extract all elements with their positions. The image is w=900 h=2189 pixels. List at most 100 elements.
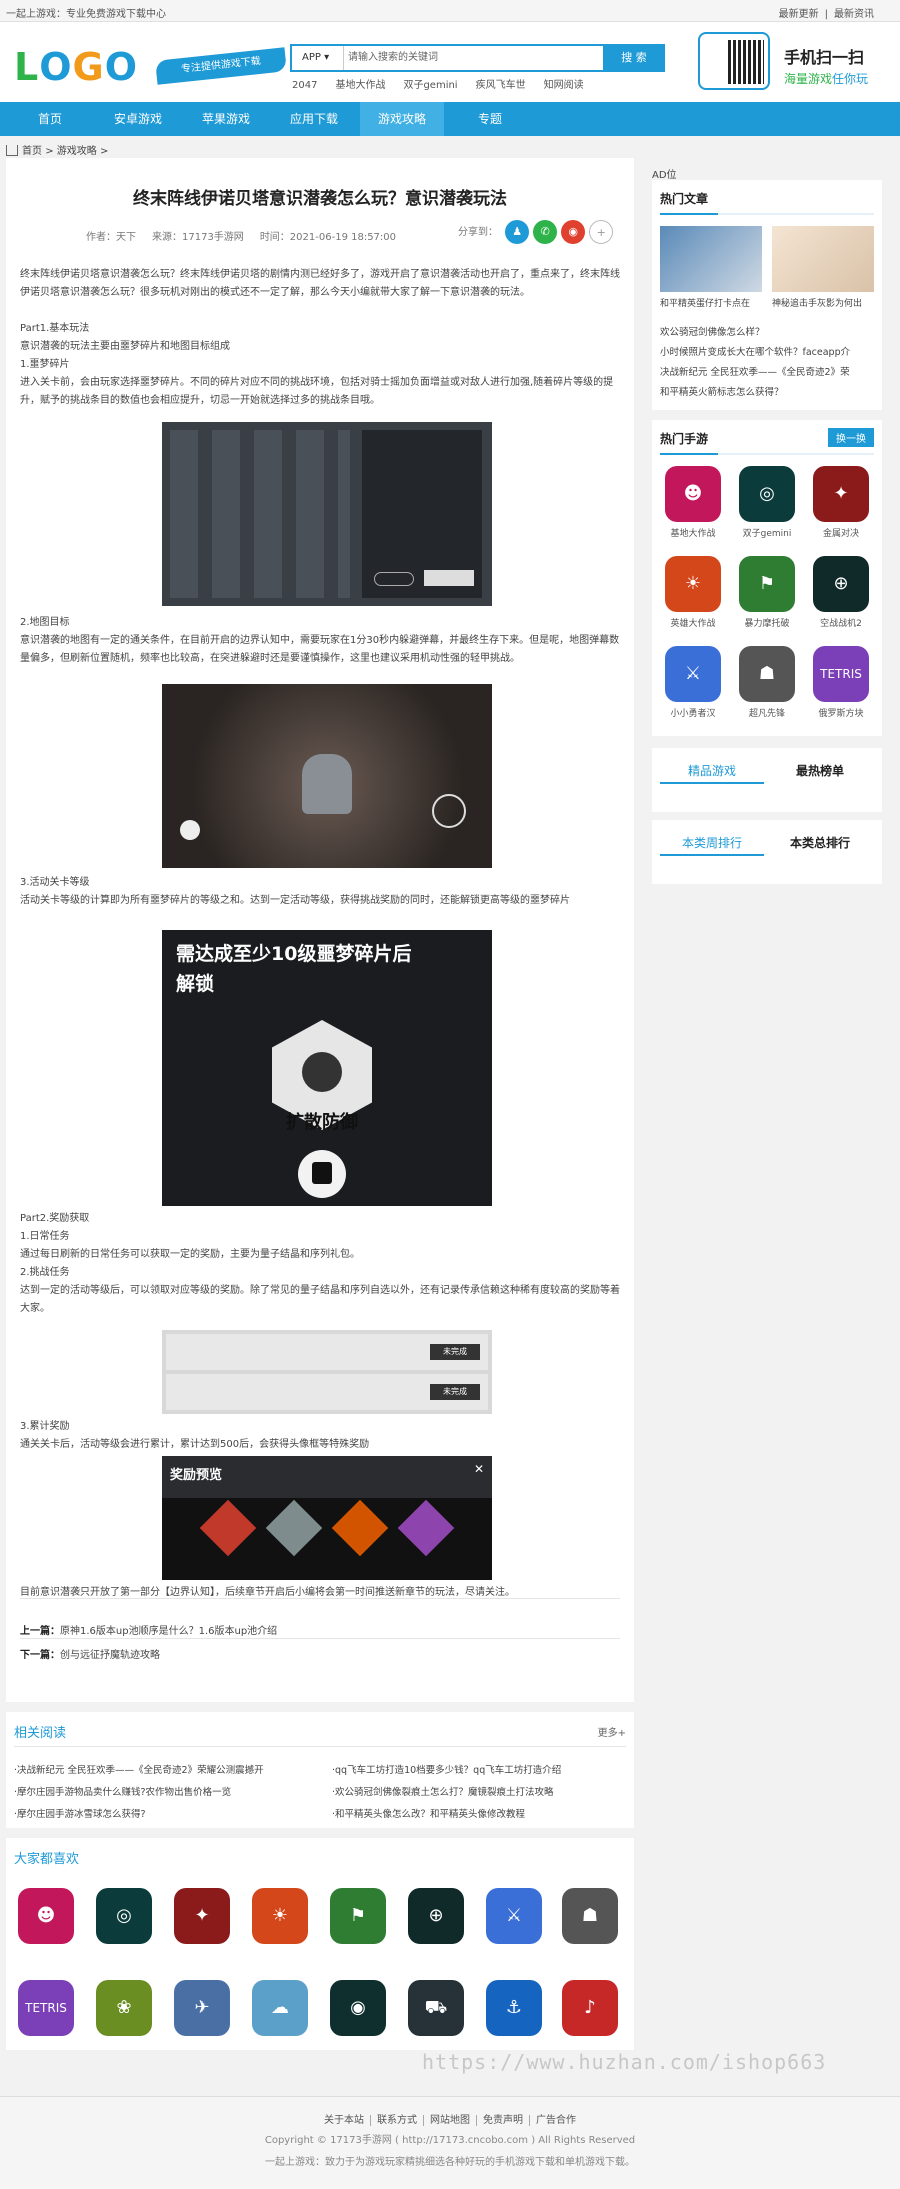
site-tagline: 一起上游戏：专业免费游戏下载中心 [6,9,166,20]
game-icon[interactable]: ⚔ [486,1888,542,1944]
nav-apple-games[interactable]: 苹果游戏 [184,102,268,136]
hot-keyword[interactable]: 知网阅读 [544,80,584,91]
author: 作者：天下 [86,232,136,243]
more-share-icon[interactable]: + [589,220,614,244]
weibo-share-icon[interactable]: ◉ [561,220,586,244]
qr-sub-b: 任你玩 [832,72,869,86]
latest-news-link[interactable]: 最新资讯 [828,9,880,20]
search-input[interactable]: 请输入搜索的关键词 [348,46,598,70]
tab-weekly-rank[interactable]: 本类周排行 [660,834,764,851]
article-meta: 作者：天下 来源：17173手游网 时间：2021-06-19 18:57:00 [86,228,412,243]
everyone-likes: 大家都喜欢 ☻ ◎ ✦ ☀ ⚑ ⊕ ⚔ ☗ TETRIS ❀ ✈ ☁ ◉ ⛟ ⚓… [6,1838,634,2050]
sub-heading: 2.地图目标 [20,617,70,628]
hot-games-panel: 热门手游 换一换 ☻ 基地大作战 ◎ 双子gemini ✦ 金属对决 ☀ 英雄大作战 ⚑… [652,420,882,736]
tab-indicator [660,854,764,856]
game-item[interactable]: ⊕ 空战战机2 [806,556,876,629]
related-link[interactable]: ·摩尔庄园手游物品卖什么赚钱?农作物出售价格一览 [14,1784,304,1798]
game-item[interactable]: TETRIS 俄罗斯方块 [806,646,876,719]
game-icon[interactable]: ⛟ [408,1980,464,2036]
share-bar: 分享到： ♟ ✆ ◉ + [458,220,614,244]
paragraph: 意识潜袭的地图有一定的通关条件，在目前开启的边界认知中，需要玩家在1分30秒内躲… [20,635,620,664]
publish-time: 时间：2021-06-19 18:57:00 [259,232,397,243]
related-link[interactable]: ·和平精英头像怎么改？和平精英头像修改教程 [332,1806,622,1820]
article-thumbnail[interactable] [772,226,874,292]
game-icon[interactable]: ❀ [96,1980,152,2036]
task-status: 未完成 [430,1384,480,1400]
thumbnail-caption[interactable]: 神秘追击手灰影为何出 [772,296,874,309]
search-type-select[interactable]: APP ▾ [292,46,344,70]
related-link[interactable]: ·qq飞车工坊打造10档要多少钱？qq飞车工坊打造介绍 [332,1762,622,1776]
game-icon[interactable]: ⚓ [486,1980,542,2036]
tab-total-rank[interactable]: 本类总排行 [768,834,872,851]
game-item[interactable]: ⚑ 暴力摩托破 [732,556,802,629]
related-reading: 相关阅读 更多+ ·决战新纪元 全民狂欢季——《全民奇迹2》荣耀公测震撼开 ·q… [6,1712,634,1828]
game-icon[interactable]: ⊕ [408,1888,464,1944]
game-icon: TETRIS [813,646,869,702]
swap-button[interactable]: 换一换 [828,428,874,447]
watermark: https://www.huzhan.com/ishop663 [422,2050,827,2074]
game-item[interactable]: ⚔ 小小勇者汉 [658,646,728,719]
footer-link[interactable]: 关于本站 [318,2115,371,2126]
search-button[interactable]: 搜 索 [603,44,665,72]
game-item[interactable]: ☻ 基地大作战 [658,466,728,539]
thumbnail-caption[interactable]: 和平精英蛋仔打卡点在 [660,296,762,309]
hot-keyword[interactable]: 基地大作战 [335,80,385,91]
article-thumbnail[interactable] [660,226,762,292]
game-item[interactable]: ☗ 超凡先锋 [732,646,802,719]
game-name: 暴力摩托破 [744,619,790,629]
prev-article-link[interactable]: 原神1.6版本up池顺序是什么？1.6版本up池介绍 [60,1626,277,1637]
hot-keyword[interactable]: 疾风飞车世 [476,80,526,91]
game-icon[interactable]: ☁ [252,1980,308,2036]
related-link[interactable]: ·决战新纪元 全民狂欢季——《全民奇迹2》荣耀公测震撼开 [14,1762,304,1776]
game-item[interactable]: ✦ 金属对决 [806,466,876,539]
wechat-share-icon[interactable]: ✆ [533,220,558,244]
crumb-home[interactable]: 首页 [22,146,42,157]
game-icon[interactable]: ◎ [96,1888,152,1944]
footer-link[interactable]: 免责声明 [477,2115,530,2126]
game-icon[interactable]: ☗ [562,1888,618,1944]
qq-share-icon[interactable]: ♟ [505,220,530,244]
game-item[interactable]: ☀ 英雄大作战 [658,556,728,629]
hot-keyword[interactable]: 双子gemini [403,80,457,91]
game-icon[interactable]: ☻ [18,1888,74,1944]
hot-article-link[interactable]: 和平精英火箭标志怎么获得？ [660,384,876,398]
footer-link[interactable]: 网站地图 [424,2115,477,2126]
nav-home[interactable]: 首页 [8,102,92,136]
game-icon[interactable]: ✦ [174,1888,230,1944]
game-icon[interactable]: TETRIS [18,1980,74,2036]
tab-featured-games[interactable]: 精品游戏 [660,762,764,779]
game-icon: ☗ [739,646,795,702]
crumb-section[interactable]: 游戏攻略 [57,146,97,157]
more-link[interactable]: 更多+ [598,1724,626,1739]
ranking-tabs-2: 本类周排行 本类总排行 [652,820,882,884]
chevron-down-icon: ▾ [324,52,330,63]
nav-android-games[interactable]: 安卓游戏 [96,102,180,136]
qr-promo: 手机扫一扫 海量游戏任你玩 [784,44,868,87]
paragraph: 通过每日刷新的日常任务可以获取一定的奖励，主要为量子结晶和序列礼包。 [20,1249,360,1260]
related-link[interactable]: ·摩尔庄园手游冰雪球怎么获得? [14,1806,304,1820]
game-icon[interactable]: ☀ [252,1888,308,1944]
site-logo[interactable]: LOGO [14,48,138,86]
nav-topics[interactable]: 专题 [448,102,532,136]
hot-article-link[interactable]: 小时候照片变成长大在哪个软件？faceapp介 [660,344,876,358]
game-icon[interactable]: ⚑ [330,1888,386,1944]
next-article-link[interactable]: 创与远征抒魔轨迹攻略 [60,1650,160,1661]
game-icon[interactable]: ◉ [330,1980,386,2036]
hot-article-link[interactable]: 决战新纪元 全民狂欢季——《全民奇迹2》荣 [660,364,876,378]
game-item[interactable]: ◎ 双子gemini [732,466,802,539]
related-link[interactable]: ·欢公骑冠剑佛像裂痕土怎么打？魔镜裂痕土打法攻略 [332,1784,622,1798]
qr-sub-a: 海量游戏 [784,72,833,86]
divider [20,1638,620,1639]
footer-link[interactable]: 联系方式 [371,2115,424,2126]
nav-game-guides[interactable]: 游戏攻略 [360,102,444,136]
search-box: APP ▾ 请输入搜索的关键词 搜 索 [290,44,665,72]
footer-link[interactable]: 广告合作 [530,2115,582,2126]
game-icon[interactable]: ✈ [174,1980,230,2036]
tab-hottest-list[interactable]: 最热榜单 [768,762,872,779]
hot-keyword[interactable]: 2047 [292,80,317,91]
game-icon[interactable]: ♪ [562,1980,618,2036]
latest-updates-link[interactable]: 最新更新 [773,9,825,20]
top-bar: 一起上游戏：专业免费游戏下载中心 最新更新 | 最新资讯 [0,0,900,22]
hot-article-link[interactable]: 欢公骑冠剑佛像怎么样？ [660,324,876,338]
nav-app-download[interactable]: 应用下载 [272,102,356,136]
